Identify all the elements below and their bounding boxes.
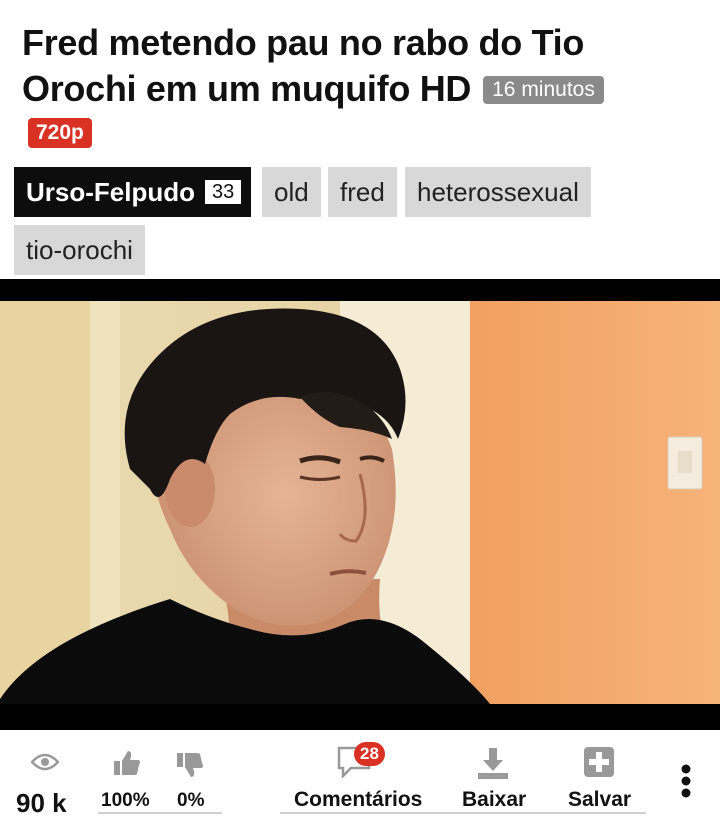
eye-icon: [30, 752, 60, 777]
channel-count: 33: [205, 180, 242, 204]
video-player[interactable]: [0, 279, 720, 730]
vertical-dots-icon[interactable]: [680, 764, 692, 803]
like-percent: 100%: [101, 790, 150, 811]
quality-badge: 720p: [28, 118, 92, 148]
tag-old[interactable]: old: [262, 167, 321, 217]
actions-underline: [280, 812, 646, 814]
page-title: Fred metendo pau no rabo do Tio Orochi e…: [22, 20, 702, 112]
thumbs-up-icon[interactable]: [113, 750, 141, 781]
tag-fred[interactable]: fred: [328, 167, 397, 217]
download-icon[interactable]: [476, 746, 510, 785]
dislike-percent: 0%: [177, 790, 205, 811]
video-frame: [0, 279, 720, 730]
duration-badge: 16 minutos: [483, 76, 604, 104]
action-bar: 90 k 100% 0% 28 Comentários Baixar Salva…: [0, 730, 720, 826]
tag-tio-orochi[interactable]: tio-orochi: [14, 225, 145, 275]
channel-tag[interactable]: Urso-Felpudo 33: [14, 167, 252, 217]
rating-underline: [98, 812, 222, 814]
download-button[interactable]: Baixar: [462, 788, 526, 812]
views-count: 90 k: [16, 788, 67, 818]
comments-button[interactable]: Comentários: [294, 788, 422, 812]
tag-heterossexual[interactable]: heterossexual: [405, 167, 591, 217]
plus-square-icon[interactable]: [583, 746, 615, 783]
comments-count-badge: 28: [354, 742, 385, 766]
thumbs-down-icon[interactable]: [176, 752, 204, 783]
title-block: Fred metendo pau no rabo do Tio Orochi e…: [22, 20, 702, 112]
channel-name: Urso-Felpudo: [26, 177, 195, 207]
save-button[interactable]: Salvar: [568, 788, 631, 812]
